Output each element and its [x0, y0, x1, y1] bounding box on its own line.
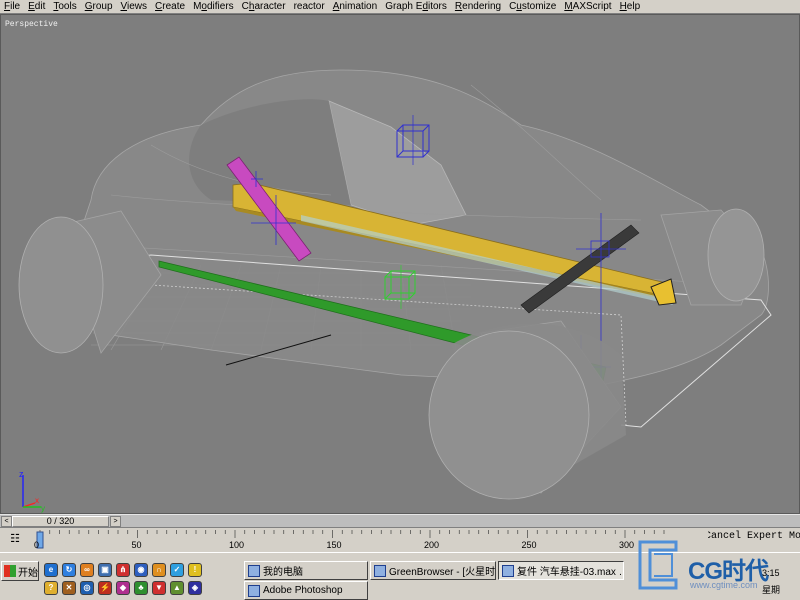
warning-icon[interactable]: ! [188, 563, 202, 577]
media-icon[interactable]: ◉ [134, 563, 148, 577]
menu-accelerator-key: E [28, 1, 35, 12]
viewport-label[interactable]: Perspective [5, 20, 58, 29]
menu-label-part: elp [626, 1, 641, 12]
track-tick-label: 100 [229, 540, 245, 550]
time-slider-thumb[interactable]: 0 / 320 [12, 516, 109, 527]
task-button-label: 我的电脑 [263, 567, 303, 578]
menu-accelerator-key: G [84, 1, 93, 12]
link-icon[interactable]: ∞ [80, 563, 94, 577]
menu-character[interactable]: Character [238, 0, 290, 13]
viewport-scene[interactable]: z x y [1, 15, 800, 514]
menu-animation[interactable]: Animation [329, 0, 381, 13]
task-button-photoshop[interactable]: Adobe Photoshop [244, 581, 368, 600]
menu-label-part: ools [58, 1, 77, 12]
tools-icon[interactable]: ✕ [62, 581, 76, 595]
menu-graph-editors[interactable]: Graph Editors [381, 0, 451, 13]
axis-label-z: z [19, 469, 24, 479]
task-button-label: 复件 汽车悬挂-03.max … [517, 567, 624, 578]
menu-label-part: ile [10, 1, 21, 12]
menu-label-part: C [241, 1, 249, 12]
menu-accelerator-key: H [619, 1, 627, 12]
menu-bar: File Edit Tools Group Views Create Modifiers Ch… [0, 0, 800, 14]
menu-label-part: nimation [339, 1, 378, 12]
start-button[interactable]: 开始 [1, 561, 39, 581]
task-button-label: Adobe Photoshop [263, 585, 343, 596]
menu-views[interactable]: Views [117, 0, 152, 13]
task-button-label: GreenBrowser - [火星时… [389, 567, 496, 578]
menu-group[interactable]: Group [81, 0, 117, 13]
menu-label-part: iews [127, 1, 148, 12]
track-bar[interactable]: ☷ 0 50 100 150 200 250 300 [0, 528, 708, 552]
max-icon [502, 564, 514, 577]
track-tick-label: 50 [131, 540, 142, 550]
menu-label-part: stomize [521, 1, 557, 12]
shield-icon[interactable]: ◈ [188, 581, 202, 595]
menu-edit[interactable]: Edit [24, 0, 49, 13]
menu-file[interactable]: File [0, 0, 24, 13]
tree-icon[interactable]: ♣ [134, 581, 148, 595]
mountain-icon[interactable]: ▲ [170, 581, 184, 595]
menu-maxscript[interactable]: MAXScript [560, 0, 615, 13]
photo-icon[interactable]: ▣ [98, 563, 112, 577]
menu-label-part: AXScript [572, 1, 612, 12]
menu-tools[interactable]: Tools [49, 0, 80, 13]
menu-label-part: itors [428, 1, 447, 12]
computer-icon [248, 564, 260, 577]
menu-label-part: roup [92, 1, 113, 12]
track-ruler [30, 530, 706, 550]
photoshop-icon [248, 584, 260, 597]
crest-icon[interactable]: ▼ [152, 581, 166, 595]
menu-label-part: aracter [254, 1, 286, 12]
browser-icon [374, 564, 386, 577]
menu-create[interactable]: Create [151, 0, 189, 13]
track-tick-label: 0 [34, 540, 40, 550]
help-icon[interactable]: ? [44, 581, 58, 595]
tray-day: 星期 [762, 585, 781, 595]
time-slider-prev-arrow[interactable]: < [1, 516, 12, 527]
menu-accelerator-key: M [564, 1, 573, 12]
tray-clock: 3:15 [762, 568, 780, 578]
menu-label-part: reactor [293, 1, 325, 12]
start-label: 开始 [18, 567, 38, 579]
task-button-browser[interactable]: GreenBrowser - [火星时… [370, 561, 496, 580]
menu-reactor[interactable]: reactor [290, 0, 329, 13]
menu-rendering[interactable]: Rendering [451, 0, 505, 13]
badge-icon[interactable]: ◆ [116, 581, 130, 595]
track-tick-label: 250 [521, 540, 537, 550]
task-button-computer[interactable]: 我的电脑 [244, 561, 368, 580]
reader-icon[interactable]: ⋔ [116, 563, 130, 577]
menu-modifiers[interactable]: Modifiers [189, 0, 238, 13]
menu-label-part: endering [462, 1, 502, 12]
axis-label-y: y [41, 504, 45, 513]
headset-icon[interactable]: ∩ [152, 563, 166, 577]
menu-customize[interactable]: Customize [505, 0, 560, 13]
menu-label-part: Graph E [385, 1, 423, 12]
world-axis-gizmo: z x y [19, 469, 45, 513]
refresh-icon[interactable]: ↻ [62, 563, 76, 577]
app-icon[interactable]: ◎ [80, 581, 94, 595]
menu-label-part: difiers [206, 1, 234, 12]
front-left-wheel[interactable] [428, 320, 626, 500]
power-icon[interactable]: ⚡ [98, 581, 112, 595]
windows-flag-icon [4, 565, 16, 577]
watermark-url: www.cgtime.com [690, 580, 758, 590]
menu-label-part: dit [34, 1, 46, 12]
menu-help[interactable]: Help [616, 0, 645, 13]
bird-icon[interactable]: ✓ [170, 563, 184, 577]
menu-label-part: reate [162, 1, 186, 12]
perspective-viewport[interactable]: z x y Perspective [0, 14, 800, 514]
time-slider-next-arrow[interactable]: > [110, 516, 121, 527]
track-tick-label: 150 [326, 540, 342, 550]
ie-icon[interactable]: e [44, 563, 58, 577]
task-button-max[interactable]: 复件 汽车悬挂-03.max … [498, 561, 624, 580]
track-tick-label: 200 [424, 540, 440, 550]
axis-label-x: x [35, 496, 39, 505]
